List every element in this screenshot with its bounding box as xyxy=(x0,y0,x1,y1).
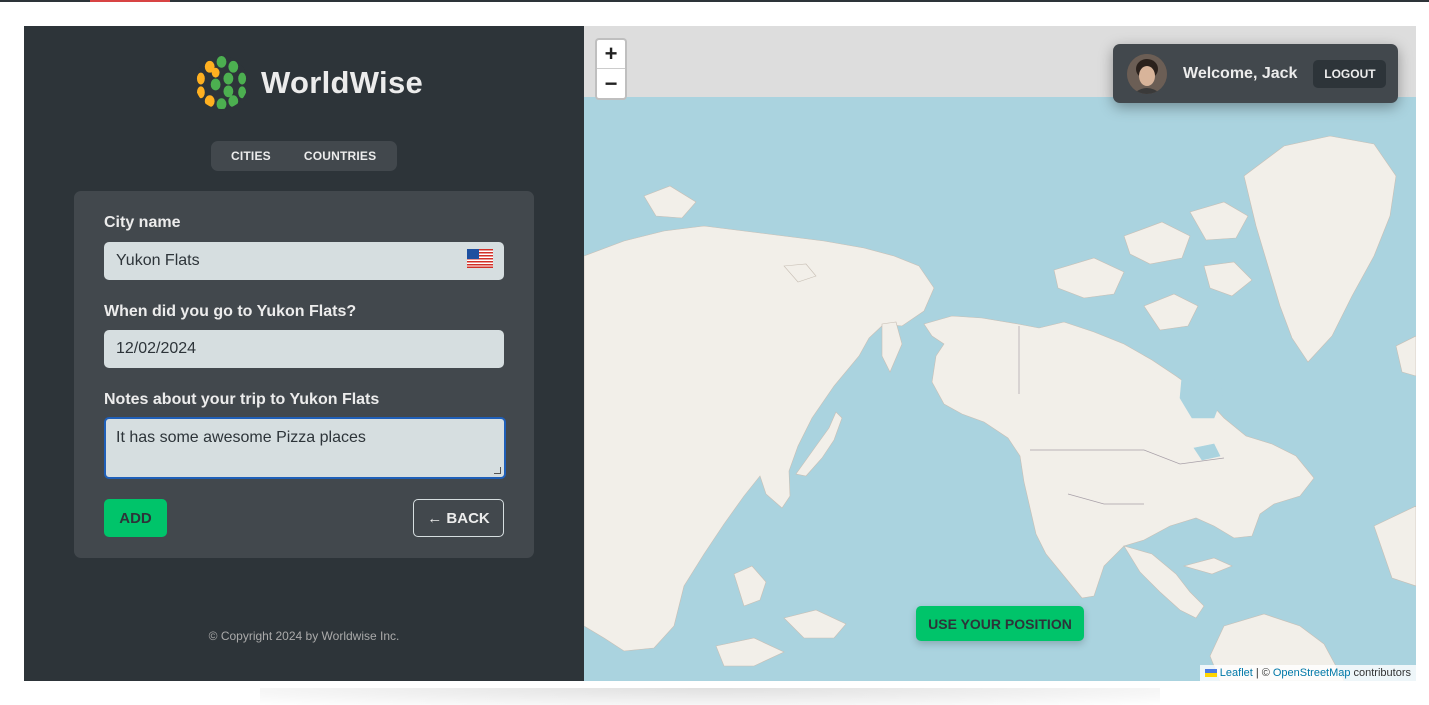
globe-logo-icon xyxy=(194,55,249,110)
back-button[interactable]: ← BACK xyxy=(413,499,504,537)
map[interactable]: + − Welcome, Jack LOGOUT USE YOUR POSITI… xyxy=(584,26,1416,681)
app-name: WorldWise xyxy=(261,64,424,100)
copyright: © Copyright 2024 by Worldwise Inc. xyxy=(208,629,400,643)
window-top-border xyxy=(0,0,1429,2)
welcome-text: Welcome, Jack xyxy=(1183,64,1298,82)
city-name-input[interactable]: Yukon Flats xyxy=(104,242,504,280)
nav-tabs: Cities Countries xyxy=(211,141,397,171)
sidebar: WorldWise Cities Countries City name Yuk… xyxy=(24,26,584,681)
leaflet-link[interactable]: Leaflet xyxy=(1220,667,1253,679)
window-shadow xyxy=(260,688,1160,705)
openstreetmap-link[interactable]: OpenStreetMap xyxy=(1273,667,1351,679)
use-position-button[interactable]: USE YOUR POSITION xyxy=(916,606,1084,641)
notes-textarea[interactable]: It has some awesome Pizza places xyxy=(104,417,506,479)
tab-cities[interactable]: Cities xyxy=(231,149,271,163)
date-input[interactable]: 12/02/2024 xyxy=(104,330,504,368)
city-name-label: City name xyxy=(104,214,181,231)
zoom-out-button[interactable]: − xyxy=(597,69,625,98)
ukraine-flag-icon xyxy=(1204,669,1217,677)
active-tab-indicator xyxy=(90,0,170,2)
tab-countries[interactable]: Countries xyxy=(304,149,376,163)
add-button[interactable]: ADD xyxy=(104,499,167,537)
logout-button[interactable]: LOGOUT xyxy=(1313,59,1387,88)
add-city-form: City name Yukon Flats When did you go to… xyxy=(74,191,534,558)
avatar xyxy=(1127,53,1167,94)
resize-handle[interactable] xyxy=(494,467,501,474)
attribution-contributors: contributors xyxy=(1353,667,1411,679)
date-value: 12/02/2024 xyxy=(116,340,197,357)
map-tiles[interactable] xyxy=(584,26,1416,681)
zoom-in-button[interactable]: + xyxy=(597,40,625,69)
user-panel: Welcome, Jack LOGOUT xyxy=(1113,44,1398,103)
attribution-separator: | © xyxy=(1255,667,1270,679)
notes-value: It has some awesome Pizza places xyxy=(116,429,366,446)
city-name-value: Yukon Flats xyxy=(116,252,200,269)
logo[interactable]: WorldWise xyxy=(194,55,423,110)
us-flag-icon xyxy=(467,249,493,268)
app-layout: WorldWise Cities Countries City name Yuk… xyxy=(24,26,1416,681)
zoom-control: + − xyxy=(595,38,627,100)
map-attribution: Leaflet | © OpenStreetMap contributors xyxy=(1199,665,1416,681)
user-avatar-icon xyxy=(1127,53,1167,94)
notes-label: Notes about your trip to Yukon Flats xyxy=(104,391,380,408)
date-label: When did you go to Yukon Flats? xyxy=(104,303,357,320)
